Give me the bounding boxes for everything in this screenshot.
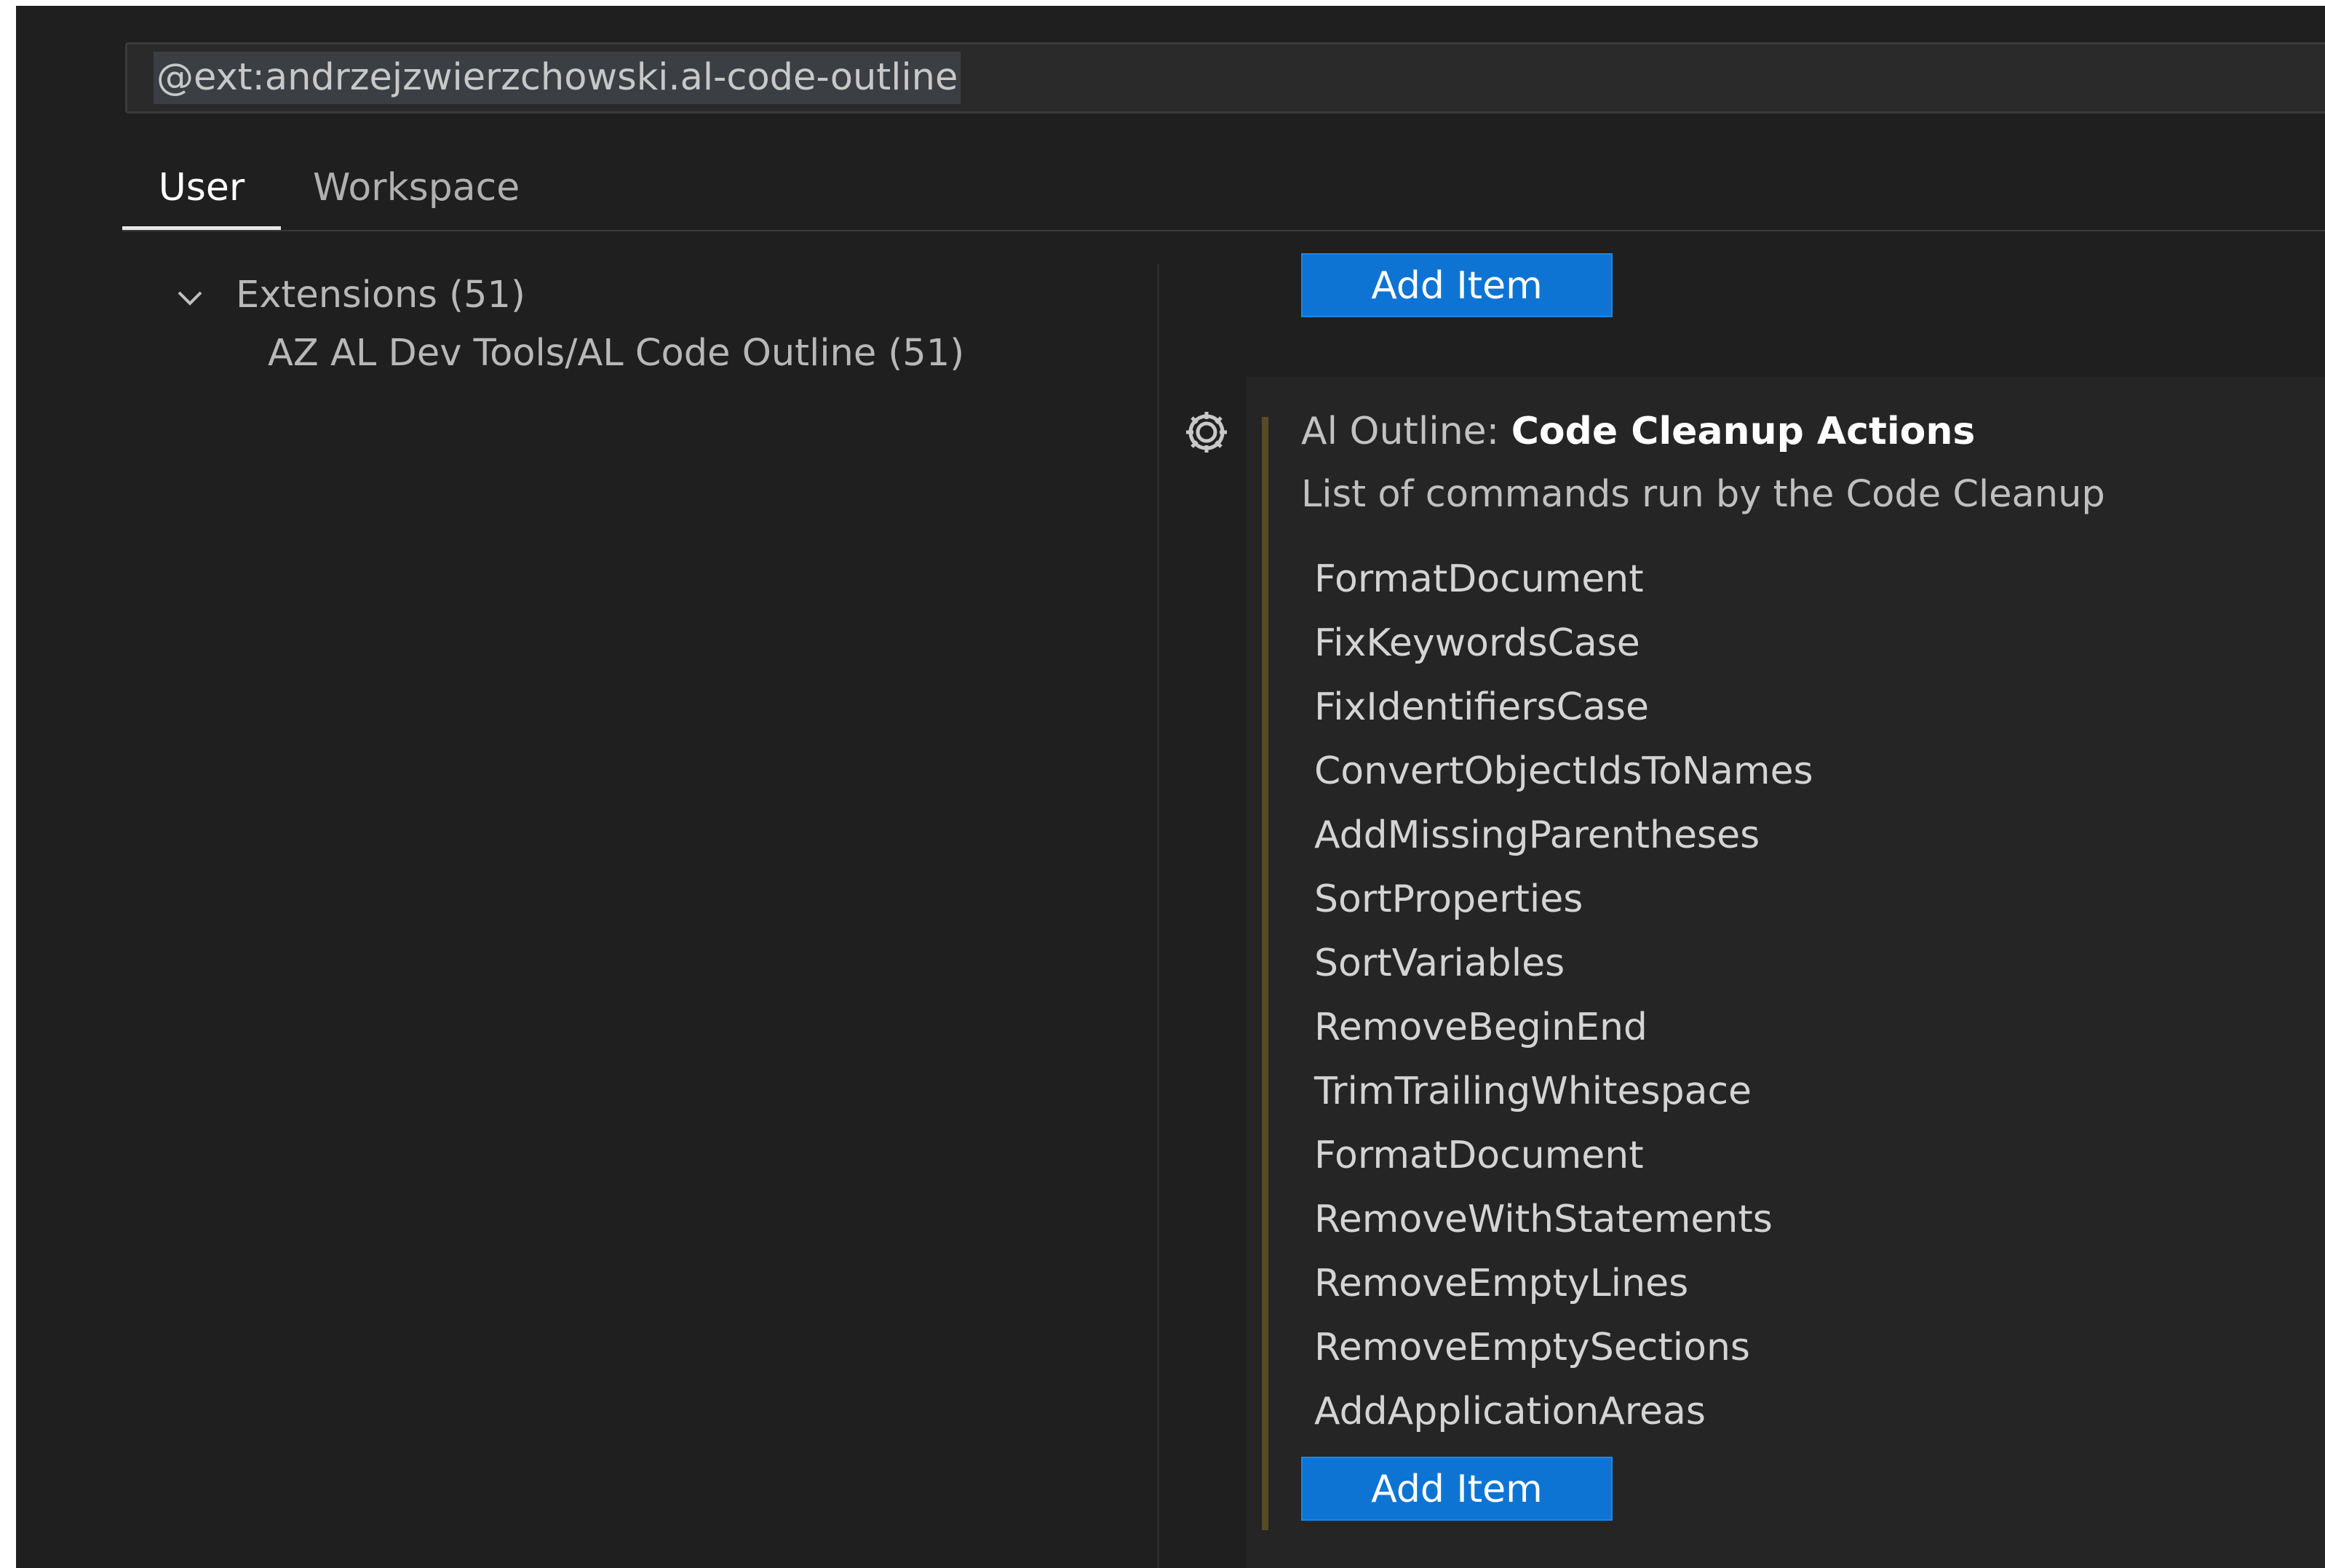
list-item[interactable]: RemoveEmptyLines xyxy=(1314,1254,1813,1318)
list-item[interactable]: AddApplicationAreas xyxy=(1314,1382,1813,1446)
chevron-down-icon[interactable] xyxy=(175,282,205,313)
setting-description: List of commands run by the Code Cleanup xyxy=(1301,473,2105,516)
list-item[interactable]: SortVariables xyxy=(1314,934,1813,998)
list-item[interactable]: SortProperties xyxy=(1314,870,1813,934)
list-item[interactable]: FormatDocument xyxy=(1314,550,1813,614)
gear-icon[interactable] xyxy=(1179,405,1234,460)
settings-editor: @ext:andrzejzwierzchowski.al-code-outlin… xyxy=(16,6,2325,1568)
setting-name: Code Cleanup Actions xyxy=(1511,410,1976,453)
previous-add-item-button[interactable]: Add Item xyxy=(1301,253,1613,317)
panel-divider xyxy=(1157,264,1159,1568)
list-item[interactable]: ConvertObjectIdsToNames xyxy=(1314,742,1813,806)
modified-indicator xyxy=(1262,417,1268,1530)
add-item-button[interactable]: Add Item xyxy=(1301,1457,1613,1521)
list-item[interactable]: AddMissingParentheses xyxy=(1314,806,1813,870)
tree-item-al-code-outline[interactable]: AZ AL Dev Tools/AL Code Outline (51) xyxy=(268,332,964,375)
list-item[interactable]: RemoveBeginEnd xyxy=(1314,998,1813,1062)
tree-item-extensions[interactable]: Extensions (51) xyxy=(236,274,525,317)
setting-category: Al Outline: xyxy=(1301,410,1511,453)
tab-workspace[interactable]: Workspace xyxy=(313,151,520,230)
list-item[interactable]: RemoveEmptySections xyxy=(1314,1318,1813,1382)
list-item[interactable]: TrimTrailingWhitespace xyxy=(1314,1062,1813,1126)
list-item[interactable]: RemoveWithStatements xyxy=(1314,1190,1813,1254)
list-item[interactable]: FixKeywordsCase xyxy=(1314,614,1813,678)
setting-title: Al Outline: Code Cleanup Actions xyxy=(1301,410,1975,453)
list-item[interactable]: FixIdentifiersCase xyxy=(1314,678,1813,742)
setting-item-list: FormatDocument FixKeywordsCase FixIdenti… xyxy=(1314,550,1813,1446)
settings-scope-tabs: User Workspace xyxy=(122,151,2325,231)
tab-user[interactable]: User xyxy=(122,151,281,230)
settings-search-input[interactable]: @ext:andrzejzwierzchowski.al-code-outlin… xyxy=(125,42,2325,114)
list-item[interactable]: FormatDocument xyxy=(1314,1126,1813,1190)
search-query-text[interactable]: @ext:andrzejzwierzchowski.al-code-outlin… xyxy=(154,52,961,104)
